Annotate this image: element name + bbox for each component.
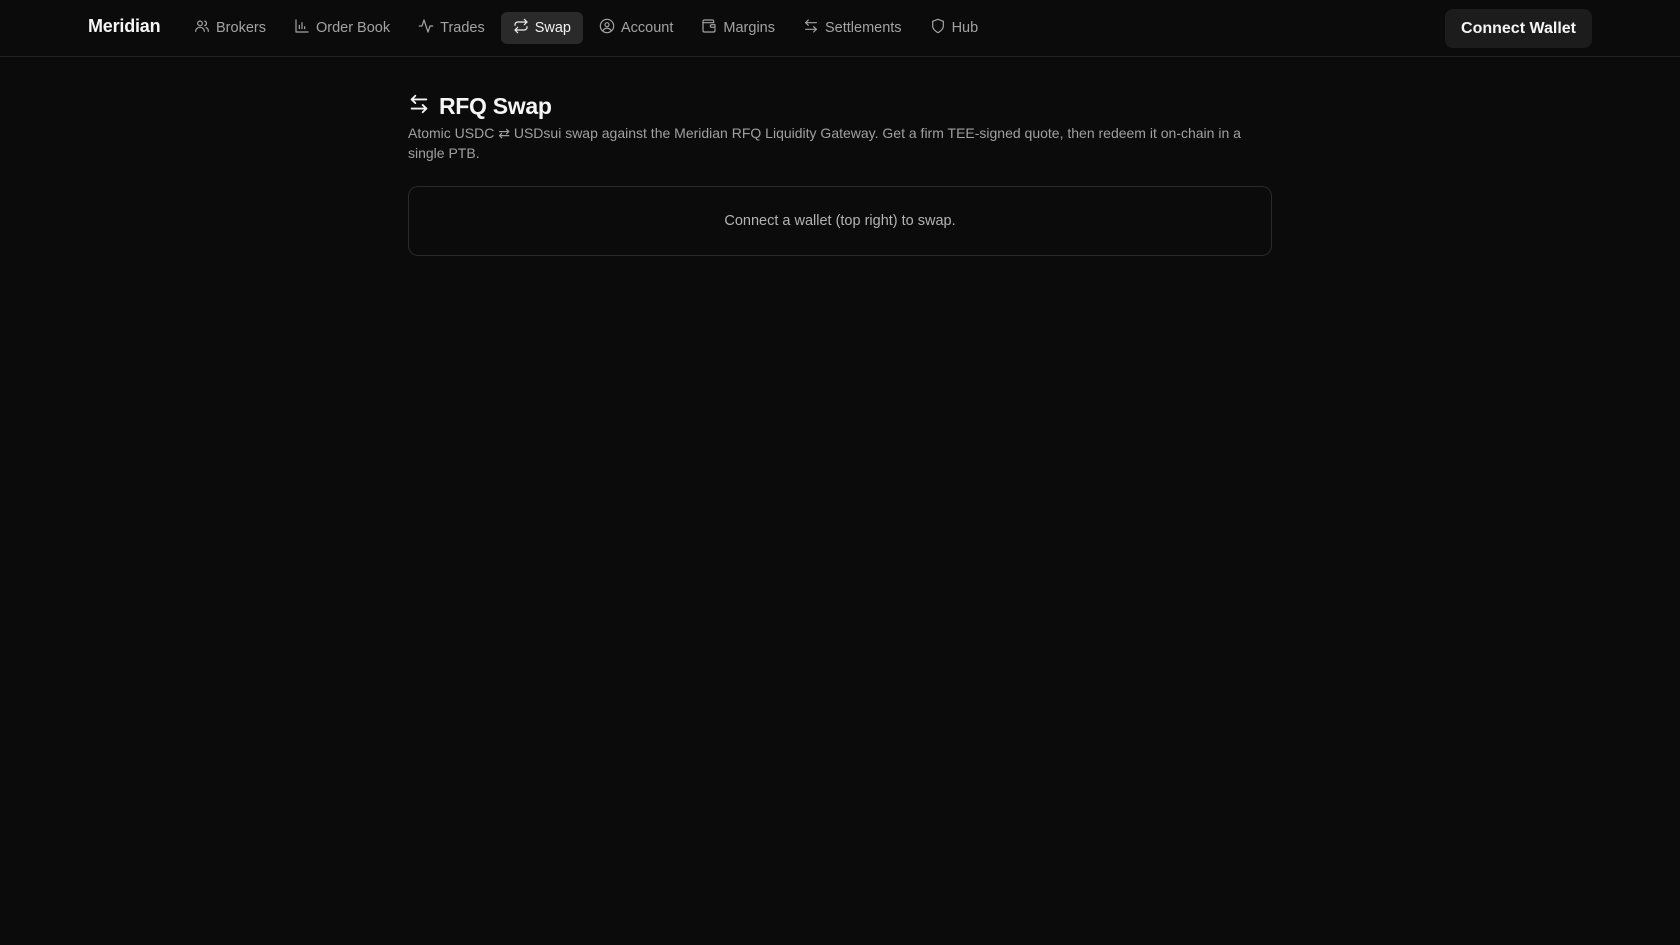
nav-item-label: Account [621,20,674,36]
users-icon [194,18,210,38]
nav-item-label: Trades [440,20,485,36]
nav-item-label: Swap [534,20,571,36]
swap-page: RFQ Swap Atomic USDC ⇄ USDsui swap again… [408,92,1272,256]
nav-item-order-book[interactable]: Order Book [282,12,402,44]
arrow-left-right-icon [803,18,819,38]
nav-item-label: Order Book [315,20,391,36]
connect-wallet-button[interactable]: Connect Wallet [1445,9,1592,48]
nav-item-margins[interactable]: Margins [689,12,787,44]
nav-item-account[interactable]: Account [587,12,685,44]
top-navbar: Meridian Brokers Order Book Trades Swap [0,0,1680,57]
nav-item-swap[interactable]: Swap [500,12,583,44]
nav-item-label: Margins [723,20,775,36]
page-description: Atomic USDC ⇄ USDsui swap against the Me… [408,125,1241,161]
nav-item-brokers[interactable]: Brokers [182,12,278,44]
nav-item-hub[interactable]: Hub [918,12,991,44]
page-header: RFQ Swap [408,92,1272,120]
nav-item-label: Settlements [824,20,902,36]
wallet-icon [701,18,717,38]
arrow-left-right-icon [408,93,430,120]
nav-item-trades[interactable]: Trades [406,12,497,44]
brand-logo[interactable]: Meridian [88,16,161,37]
connect-wallet-notice: Connect a wallet (top right) to swap. [408,186,1272,256]
nav-item-label: Brokers [216,20,266,36]
user-circle-icon [599,18,615,38]
repeat-icon [513,18,529,38]
bar-chart-icon [294,18,310,38]
page-title: RFQ Swap [439,92,552,119]
activity-icon [418,18,434,38]
main-nav: Brokers Order Book Trades Swap Account M… [182,12,994,44]
shield-icon [930,18,946,38]
notice-text: Connect a wallet (top right) to swap. [724,213,956,229]
nav-item-settlements[interactable]: Settlements [791,12,914,44]
nav-item-label: Hub [951,20,979,36]
